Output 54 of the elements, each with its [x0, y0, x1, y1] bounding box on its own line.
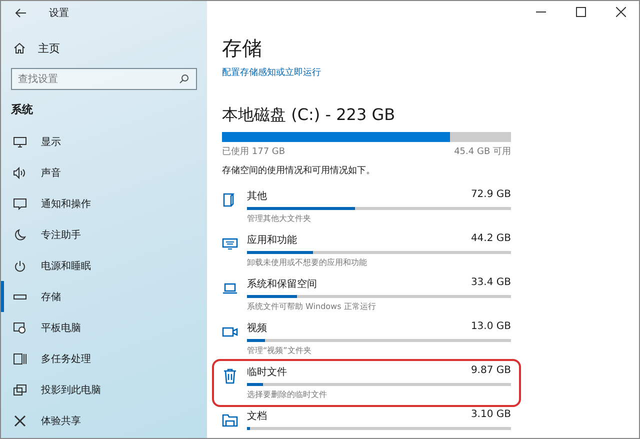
storage-category[interactable]: 临时文件 9.87 GB 选择要删除的临时文件: [214, 361, 519, 405]
category-description: 系统文件可帮助 Windows 正常运行: [247, 301, 377, 312]
nav-item[interactable]: 专注助手: [1, 219, 197, 250]
nav-item[interactable]: 显示: [1, 126, 197, 157]
nav-item[interactable]: 存储: [1, 281, 197, 312]
category-description: 卸载未使用或不想要的应用和功能: [247, 257, 368, 268]
category-size: 3.10 GB: [470, 409, 511, 422]
category-name: 系统和保留空间: [247, 278, 317, 291]
trash-icon: [222, 368, 238, 384]
category-size: 72.9 GB: [470, 189, 511, 202]
usage-description: 存储空间的使用情况和可用情况如下。: [222, 164, 376, 177]
category-name: 文档: [247, 410, 267, 423]
nav-item[interactable]: 多任务处理: [1, 343, 197, 374]
category-name: 应用和功能: [247, 234, 297, 247]
home-icon: [13, 42, 26, 54]
nav-item[interactable]: 通知和操作: [1, 188, 197, 219]
category-size: 13.0 GB: [470, 321, 511, 334]
category-size: 33.4 GB: [470, 277, 511, 290]
back-arrow-icon[interactable]: [15, 8, 27, 18]
storage-category[interactable]: 其他 72.9 GB 管理其他大文件夹: [222, 185, 511, 229]
nav-item[interactable]: 电源和睡眠: [1, 250, 197, 281]
section-heading: 系统: [11, 102, 34, 118]
category-size: 44.2 GB: [470, 233, 511, 246]
storage-sense-link[interactable]: 配置存储感知或立即运行: [222, 66, 511, 79]
disk-title: 本地磁盘 (C:) - 223 GB: [222, 105, 396, 126]
storage-category[interactable]: 应用和功能 44.2 GB 卸载未使用或不想要的应用和功能: [222, 229, 511, 273]
display-icon: [13, 136, 27, 148]
folder-icon: [222, 412, 238, 428]
window-title: 设置: [49, 6, 69, 20]
category-description: 管理其他大文件夹: [247, 213, 312, 224]
nav-item[interactable]: 声音: [1, 157, 197, 188]
home-nav-item[interactable]: 主页: [11, 36, 197, 60]
page-title: 存储: [222, 35, 263, 62]
category-size: 9.87 GB: [470, 365, 511, 378]
used-space-label: 已使用 177 GB: [222, 146, 286, 158]
storage-category[interactable]: 视频 13.0 GB 管理“视频”文件夹: [222, 317, 511, 361]
category-description: 选择要删除的临时文件: [247, 389, 328, 400]
moon-icon: [13, 228, 27, 240]
nav-item[interactable]: 平板电脑: [1, 312, 197, 343]
category-description: 管理“视频”文件夹: [247, 345, 312, 356]
category-name: 其他: [247, 190, 267, 203]
storage-category[interactable]: 系统和保留空间 33.4 GB 系统文件可帮助 Windows 正常运行: [222, 273, 511, 317]
nav-item[interactable]: 投影到此电脑: [1, 374, 197, 405]
storage-category[interactable]: 文档 3.10 GB: [222, 405, 511, 438]
category-name: 临时文件: [247, 366, 287, 379]
maximize-icon[interactable]: [576, 7, 586, 17]
free-space-label: 45.4 GB 可用: [454, 146, 511, 158]
nav-item[interactable]: 体验共享: [1, 405, 197, 436]
search-field[interactable]: 查找设置: [11, 68, 197, 90]
search-icon: [179, 74, 189, 84]
close-icon[interactable]: [616, 7, 626, 17]
category-name: 视频: [247, 322, 267, 335]
sound-icon: [13, 166, 27, 178]
power-icon: [13, 260, 27, 272]
